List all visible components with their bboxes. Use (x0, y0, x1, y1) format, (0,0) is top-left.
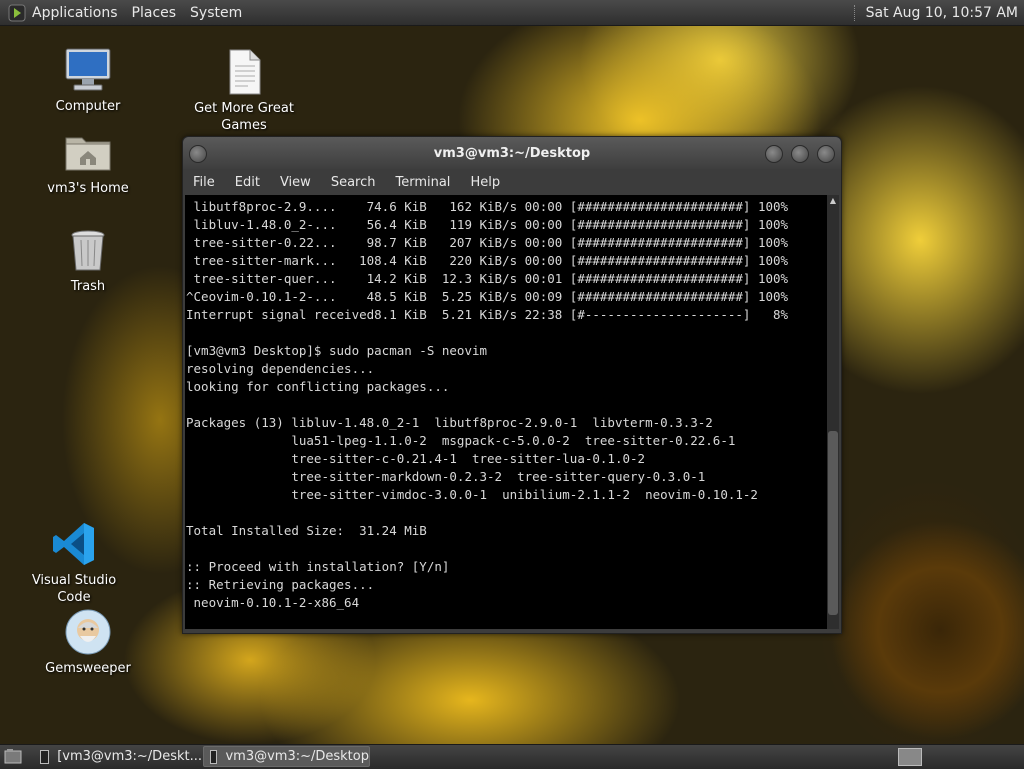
close-button[interactable] (817, 145, 835, 163)
menu-view[interactable]: View (280, 175, 311, 190)
places-menu[interactable]: Places (132, 5, 177, 21)
workspace-switcher[interactable] (898, 748, 922, 766)
window-menu-button[interactable] (189, 145, 207, 163)
desktop-icon-label: Trash (70, 279, 106, 294)
applications-menu[interactable]: Applications (32, 5, 118, 21)
window-titlebar[interactable]: vm3@vm3:~/Desktop (183, 137, 841, 169)
vertical-scrollbar[interactable]: ▲ (827, 195, 839, 629)
terminal-icon (40, 749, 50, 764)
desktop-icon-label: Get More Great Games (194, 101, 294, 133)
menu-edit[interactable]: Edit (235, 175, 260, 190)
document-icon (220, 48, 268, 96)
terminal-menubar: File Edit View Search Terminal Help (183, 169, 841, 195)
bottom-panel: [vm3@vm3:~/Deskt... vm3@vm3:~/Desktop (0, 744, 1024, 769)
vscode-icon (50, 520, 98, 568)
computer-icon (64, 46, 112, 94)
gemsweeper-icon (64, 608, 112, 656)
distro-logo-icon[interactable] (8, 4, 26, 22)
desktop-icon-computer[interactable]: Computer (33, 46, 143, 115)
scroll-thumb[interactable] (828, 431, 838, 615)
maximize-button[interactable] (791, 145, 809, 163)
top-panel: Applications Places System Sat Aug 10, 1… (0, 0, 1024, 26)
desktop-icon-label: Gemsweeper (45, 661, 131, 676)
desktop-icon-label: Computer (55, 99, 121, 114)
desktop-icon-gemsweeper[interactable]: Gemsweeper (33, 608, 143, 677)
system-menu[interactable]: System (190, 5, 242, 21)
desktop-icon-games[interactable]: Get More Great Games (189, 48, 299, 134)
window-title: vm3@vm3:~/Desktop (433, 145, 591, 161)
scroll-up-arrow-icon[interactable]: ▲ (827, 195, 839, 207)
terminal-text: libutf8proc-2.9.... 74.6 KiB 162 KiB/s 0… (186, 199, 789, 610)
desktop-icon-home[interactable]: vm3's Home (33, 128, 143, 197)
clock[interactable]: Sat Aug 10, 10:57 AM (866, 5, 1018, 21)
terminal-output[interactable]: libutf8proc-2.9.... 74.6 KiB 162 KiB/s 0… (185, 195, 827, 629)
desktop-icon-vscode[interactable]: Visual Studio Code (19, 520, 129, 606)
menu-file[interactable]: File (193, 175, 215, 190)
taskbar-item-terminal-2[interactable]: vm3@vm3:~/Desktop (203, 746, 370, 767)
terminal-icon (210, 749, 218, 764)
desktop-icon-trash[interactable]: Trash (33, 226, 143, 295)
taskbar-item-label: vm3@vm3:~/Desktop (225, 749, 369, 764)
trash-icon (64, 226, 112, 274)
desktop-icon-label: Visual Studio Code (31, 573, 117, 605)
home-folder-icon (64, 128, 112, 176)
show-desktop-icon[interactable] (4, 748, 22, 765)
terminal-window[interactable]: vm3@vm3:~/Desktop File Edit View Search … (182, 136, 842, 634)
menu-search[interactable]: Search (331, 175, 376, 190)
minimize-button[interactable] (765, 145, 783, 163)
taskbar-item-label: [vm3@vm3:~/Deskt... (57, 749, 202, 764)
taskbar-item-terminal-1[interactable]: [vm3@vm3:~/Deskt... (34, 746, 202, 767)
panel-separator (853, 4, 858, 21)
menu-help[interactable]: Help (470, 175, 500, 190)
desktop-icon-label: vm3's Home (47, 181, 129, 196)
menu-terminal[interactable]: Terminal (395, 175, 450, 190)
